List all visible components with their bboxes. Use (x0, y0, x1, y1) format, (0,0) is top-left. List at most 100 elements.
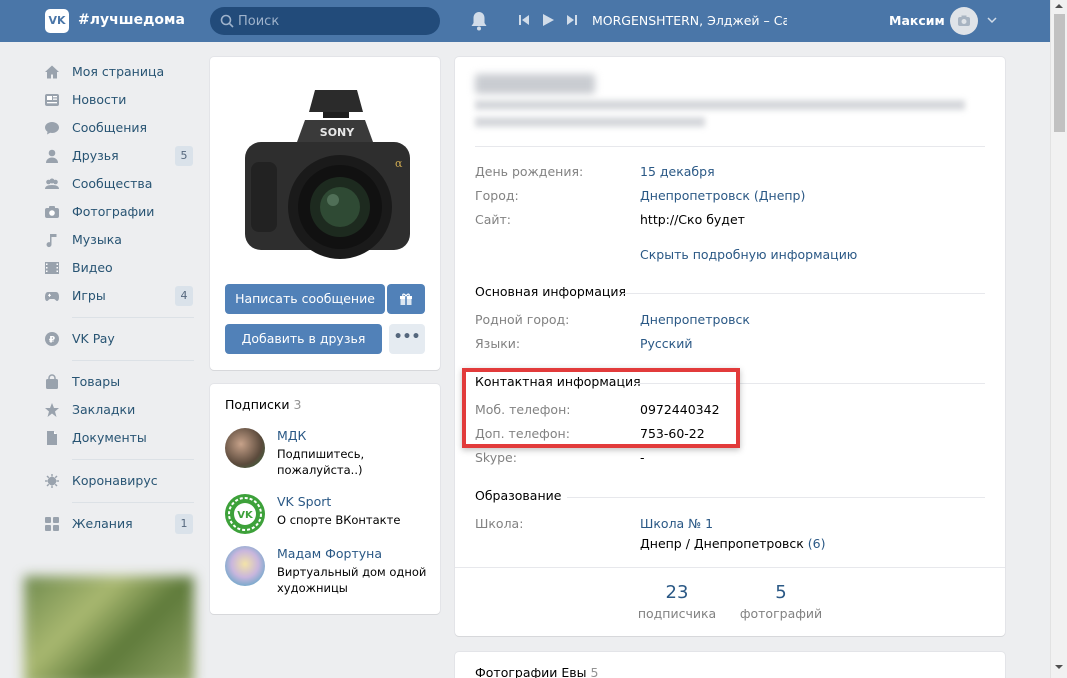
current-track[interactable]: MORGENSHTERN, Элджей – Cadill... (592, 13, 787, 28)
education-section-title: Образование (475, 488, 562, 503)
scroll-down-arrow[interactable] (1055, 665, 1063, 669)
play-icon[interactable] (541, 13, 555, 27)
music-icon (46, 234, 57, 248)
sidebar-item-label: Сообщения (72, 120, 148, 135)
virus-icon (45, 474, 59, 488)
subscription-avatar[interactable] (225, 428, 265, 468)
svg-text:₽: ₽ (49, 336, 55, 346)
photos-counter[interactable]: 5 фотографий (739, 582, 823, 621)
languages-label: Языки: (475, 336, 521, 351)
divider (455, 567, 1005, 568)
city-value[interactable]: Днепропетровск (Днепр) (640, 188, 805, 203)
languages-value[interactable]: Русский (640, 336, 692, 351)
sidebar-item-label: VK Pay (72, 331, 115, 346)
scroll-up-arrow[interactable] (1055, 4, 1063, 8)
profile-photo-camera[interactable]: SONY α (225, 72, 425, 272)
sidebar-item-label: Коронавирус (72, 473, 158, 488)
previous-track-icon[interactable] (518, 14, 530, 26)
sidebar-item-music[interactable]: Музыка (44, 226, 194, 254)
scroll-thumb[interactable] (1054, 14, 1065, 132)
followers-counter[interactable]: 23 подписчика (637, 582, 717, 621)
school-city: Днепр / Днепропетровск (640, 536, 804, 551)
sidebar-item-groups[interactable]: Сообщества (44, 170, 194, 198)
apps-icon (45, 517, 59, 531)
user-avatar[interactable] (950, 7, 978, 35)
blurred-status-line (475, 117, 705, 127)
sidebar-item-news[interactable]: Новости (44, 86, 194, 114)
sidebar-item-label: Игры (72, 288, 106, 303)
site-value[interactable]: http://Ско будет (640, 212, 745, 227)
hometown-value[interactable]: Днепропетровск (640, 312, 750, 327)
photos-block-count: 5 (590, 665, 599, 678)
send-message-button[interactable]: Написать сообщение (225, 284, 385, 314)
user-name[interactable]: Максим (889, 13, 945, 28)
svg-text:SONY: SONY (320, 126, 355, 139)
profile-info-card: День рождения: 15 декабря Город: Днепроп… (455, 57, 1005, 636)
brand-hashtag[interactable]: #лучшедома (78, 12, 185, 28)
photos-label: фотографий (739, 606, 823, 621)
blurred-profile-name (475, 74, 595, 94)
birthday-label: День рождения: (475, 164, 584, 179)
add-friend-button[interactable]: Добавить в друзья (225, 324, 382, 354)
news-icon (45, 94, 59, 106)
subscription-avatar[interactable]: VK (225, 494, 265, 534)
hide-details-link[interactable]: Скрыть подробную информацию (640, 247, 857, 262)
photos-block-header[interactable]: Фотографии Евы 5 (475, 665, 598, 678)
gift-icon (400, 293, 412, 305)
profile-photo-card: SONY α Написать сообщение Добавить в дру… (210, 57, 440, 370)
photos-card: Фотографии Евы 5 (455, 652, 1005, 678)
school-years-link[interactable]: (6) (808, 536, 826, 551)
next-track-icon[interactable] (566, 14, 578, 26)
subscription-name[interactable]: VK Sport (277, 494, 331, 509)
subscription-name[interactable]: МДК (277, 428, 306, 443)
main-info-section-title: Основная информация (475, 284, 627, 299)
gift-button[interactable] (387, 284, 425, 314)
sidebar-item-label: Товары (72, 374, 121, 389)
advertisement-image[interactable] (24, 576, 194, 678)
sidebar-item-my-page[interactable]: Моя страница (44, 58, 194, 86)
bell-icon[interactable] (470, 11, 488, 31)
groups-icon (45, 178, 59, 189)
sidebar-item-wishes[interactable]: Желания 1 (44, 510, 194, 538)
school-value[interactable]: Школа № 1 (640, 516, 713, 531)
more-actions-button[interactable]: ••• (389, 324, 425, 354)
video-icon (45, 262, 59, 274)
sidebar-item-coronavirus[interactable]: Коронавирус (44, 467, 194, 495)
messages-icon (45, 122, 59, 135)
hometown-label: Родной город: (475, 312, 570, 327)
sidebar-item-messages[interactable]: Сообщения (44, 114, 194, 142)
sidebar-item-label: Музыка (72, 232, 122, 247)
subscription-name[interactable]: Мадам Фортуна (277, 546, 382, 561)
subscriptions-header[interactable]: Подписки 3 (225, 397, 302, 412)
home-icon (45, 65, 59, 79)
vk-logo[interactable]: VK (45, 9, 69, 33)
sidebar-item-games[interactable]: Игры 4 (44, 282, 194, 310)
sidebar-item-label: Новости (72, 92, 127, 107)
sidebar-divider (72, 360, 194, 361)
birthday-value[interactable]: 15 декабря (640, 164, 715, 179)
sidebar-item-goods[interactable]: Товары (44, 368, 194, 396)
sidebar-item-photos[interactable]: Фотографии (44, 198, 194, 226)
sidebar-item-label: Фотографии (72, 204, 155, 219)
sidebar-item-friends[interactable]: Друзья 5 (44, 142, 194, 170)
sidebar-item-label: Видео (72, 260, 113, 275)
section-divider (623, 293, 985, 294)
search-input[interactable] (238, 7, 433, 35)
skype-value: - (640, 450, 645, 465)
sidebar-item-label: Сообщества (72, 176, 153, 191)
camera-icon (45, 206, 59, 218)
sidebar-item-bookmarks[interactable]: Закладки (44, 396, 194, 424)
followers-label: подписчика (637, 606, 717, 621)
sidebar-item-vkpay[interactable]: ₽ VK Pay (44, 325, 194, 353)
subscription-description: Подпишитесь, пожалуйста..) (277, 447, 365, 477)
scrollbar[interactable] (1050, 0, 1067, 678)
sidebar-item-video[interactable]: Видео (44, 254, 194, 282)
sidebar-item-label: Желания (72, 516, 133, 531)
games-count-badge: 4 (175, 286, 193, 306)
sidebar-item-documents[interactable]: Документы (44, 424, 194, 452)
subscription-avatar[interactable] (225, 546, 265, 586)
chevron-down-icon[interactable] (987, 16, 997, 24)
photos-count: 5 (775, 582, 787, 603)
search-box[interactable] (210, 7, 440, 35)
subscriptions-count: 3 (293, 397, 302, 412)
